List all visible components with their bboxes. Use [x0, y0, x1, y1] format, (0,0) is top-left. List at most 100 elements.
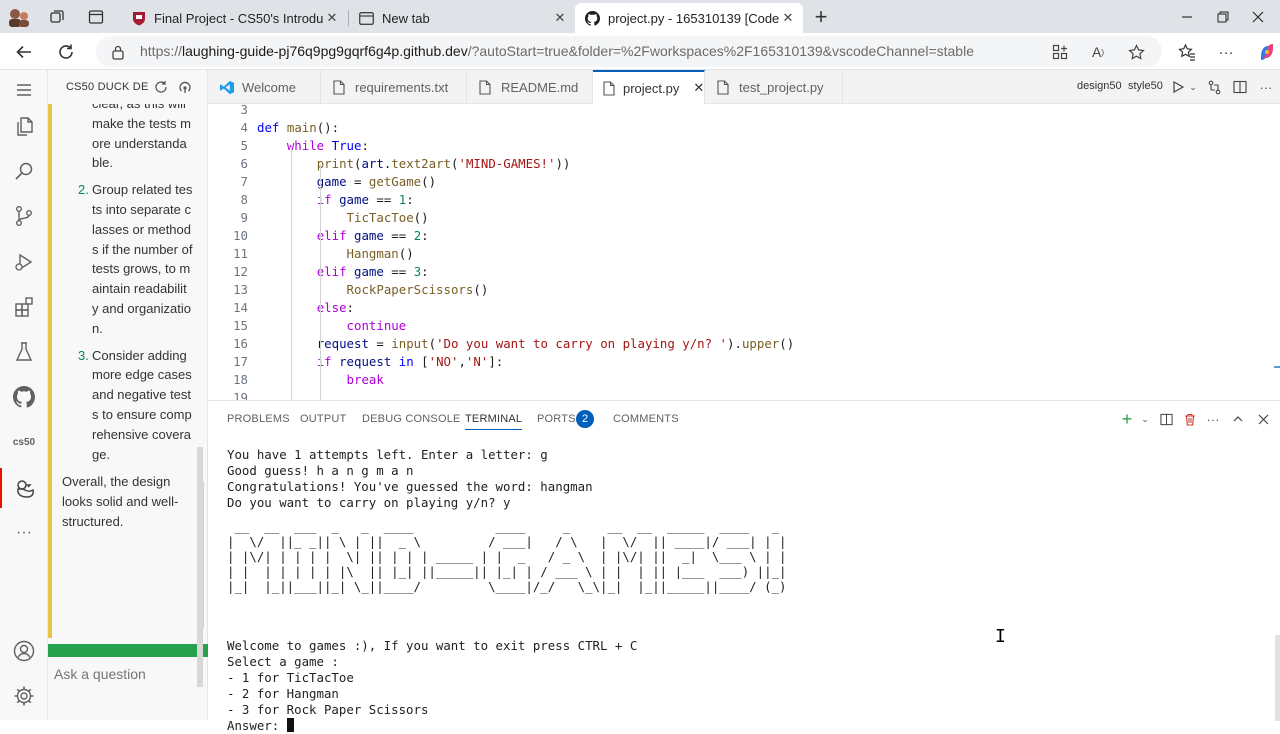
- tab-readme[interactable]: README.md: [467, 70, 593, 104]
- line-code: continue: [257, 317, 407, 335]
- code-token: ).: [727, 336, 742, 351]
- favorites-icon[interactable]: [1174, 39, 1200, 65]
- panel-more-icon[interactable]: ···: [1205, 411, 1221, 427]
- code-token: (: [428, 336, 437, 351]
- lock-icon[interactable]: [108, 42, 128, 62]
- tab-ports[interactable]: PORTS: [537, 413, 576, 425]
- menu-icon[interactable]: [0, 70, 48, 110]
- settings-icon[interactable]: [0, 676, 48, 716]
- app-available-icon[interactable]: [1050, 42, 1070, 62]
- close-window-button[interactable]: [1236, 0, 1280, 33]
- code-token: continue: [346, 318, 407, 333]
- code-line: 13 RockPaperScissors(): [208, 281, 1280, 299]
- editor-more-icon[interactable]: ···: [1257, 78, 1275, 96]
- duck-icon[interactable]: [0, 468, 48, 508]
- code-token: request: [316, 336, 369, 351]
- new-terminal-icon[interactable]: +: [1119, 409, 1135, 429]
- line-code: while True:: [257, 137, 369, 155]
- terminal-gutter-scrollbar[interactable]: [197, 447, 203, 687]
- list-text: Consider adding more edge cases and nega…: [92, 347, 192, 462]
- browser-tab-codespace[interactable]: project.py - 165310139 [Codespa ✕: [575, 3, 803, 33]
- indent-guide: [291, 146, 292, 400]
- close-tab-icon[interactable]: ✕: [693, 80, 704, 96]
- workspaces-icon[interactable]: [46, 6, 68, 28]
- code-token: game: [339, 192, 369, 207]
- close-tab-icon[interactable]: ✕: [323, 10, 341, 26]
- refresh-button[interactable]: [53, 39, 79, 65]
- tab-label: Welcome: [242, 79, 296, 95]
- suggestion-list: 2. Group related tests into separate clas…: [61, 180, 193, 464]
- kill-terminal-icon[interactable]: [1182, 411, 1198, 427]
- terminal-output[interactable]: You have 1 attempts left. Enter a letter…: [197, 447, 1280, 733]
- testing-icon[interactable]: [0, 332, 48, 372]
- tab-debug-console[interactable]: DEBUG CONSOLE: [362, 413, 461, 425]
- extensions-icon[interactable]: [0, 287, 48, 327]
- terminal-line: - 1 for TicTacToe: [227, 670, 354, 685]
- read-aloud-icon[interactable]: A): [1088, 42, 1108, 62]
- code-line: 15 continue: [208, 317, 1280, 335]
- browser-tab-title: New tab: [382, 10, 430, 26]
- accounts-icon[interactable]: [0, 631, 48, 671]
- code-token: True: [331, 138, 362, 153]
- profile-avatar-icon[interactable]: [6, 6, 32, 28]
- code-token: :: [346, 300, 354, 315]
- favorite-star-icon[interactable]: [1126, 42, 1146, 62]
- tab-terminal[interactable]: TERMINAL: [465, 413, 523, 430]
- refresh-chat-icon[interactable]: [152, 78, 170, 96]
- code-line: 8 if game == 1:: [208, 191, 1280, 209]
- source-control-icon[interactable]: [0, 196, 48, 236]
- tab-project-py[interactable]: project.py ✕: [593, 70, 705, 104]
- close-tab-icon[interactable]: ✕: [551, 10, 569, 26]
- terminal-scrollbar[interactable]: [1275, 635, 1280, 721]
- more-icon[interactable]: ···: [0, 513, 48, 553]
- run-options-chevron-icon[interactable]: ⌄: [1184, 78, 1202, 96]
- chat-status-strip: [48, 644, 208, 657]
- close-tab-icon[interactable]: ✕: [779, 10, 797, 26]
- terminal-profiles-chevron-icon[interactable]: ⌄: [1137, 411, 1153, 427]
- browser-tab-title: Final Project - CS50's Introductio: [154, 10, 323, 26]
- browser-tab-new-tab[interactable]: New tab ✕: [349, 3, 575, 33]
- tab-welcome[interactable]: Welcome: [208, 70, 321, 104]
- chat-history[interactable]: clear, as this will make the tests more …: [48, 104, 208, 638]
- design50-button[interactable]: design50: [1077, 80, 1122, 92]
- code-token: if: [316, 192, 332, 207]
- address-bar[interactable]: https://laughing-guide-pj76q9pg9gqrf6g4p…: [96, 36, 1162, 67]
- harvard-shield-icon: [131, 11, 146, 26]
- back-button[interactable]: [11, 39, 37, 65]
- close-panel-icon[interactable]: [1255, 411, 1271, 427]
- terminal-line: You have 1 attempts left. Enter a letter…: [227, 447, 548, 462]
- more-options-icon[interactable]: ···: [1213, 39, 1239, 65]
- split-terminal-icon[interactable]: [1158, 411, 1174, 427]
- tab-test-project[interactable]: test_project.py: [705, 70, 843, 104]
- line-code: print(art.text2art('MIND-GAMES!')): [257, 155, 571, 173]
- ask-question-input[interactable]: [54, 666, 202, 682]
- browser-tab-final-project[interactable]: Final Project - CS50's Introductio ✕: [121, 3, 347, 33]
- code-editor[interactable]: 3 4 def main(): 5 while True: 6 print(art.te…: [208, 104, 1280, 400]
- maximize-panel-icon[interactable]: [1230, 411, 1246, 427]
- style50-button[interactable]: style50: [1128, 80, 1163, 92]
- explorer-icon[interactable]: [0, 106, 48, 146]
- compare-changes-icon[interactable]: [1205, 78, 1223, 96]
- split-editor-icon[interactable]: [1231, 78, 1249, 96]
- url-text[interactable]: https://laughing-guide-pj76q9pg9gqrf6g4p…: [140, 43, 974, 59]
- new-tab-button[interactable]: +: [810, 4, 832, 29]
- line-code: request = input('Do you want to carry on…: [257, 335, 794, 353]
- github-icon[interactable]: [0, 377, 48, 417]
- line-number: 5: [240, 138, 248, 153]
- tab-label: requirements.txt: [355, 79, 449, 95]
- copilot-icon[interactable]: [1254, 39, 1280, 65]
- code-token: break: [346, 372, 384, 387]
- tab-comments[interactable]: COMMENTS: [613, 413, 679, 425]
- file-icon: [477, 79, 493, 95]
- search-icon[interactable]: [0, 151, 48, 191]
- line-number: 17: [233, 354, 248, 369]
- tab-requirements[interactable]: requirements.txt: [321, 70, 467, 104]
- tab-problems[interactable]: PROBLEMS: [227, 413, 290, 425]
- cs50-label[interactable]: cs50: [0, 422, 48, 462]
- broadcast-icon[interactable]: [176, 78, 194, 96]
- tab-output[interactable]: OUTPUT: [300, 413, 346, 425]
- vertical-tabs-icon[interactable]: [85, 6, 107, 28]
- run-debug-icon[interactable]: [0, 242, 48, 282]
